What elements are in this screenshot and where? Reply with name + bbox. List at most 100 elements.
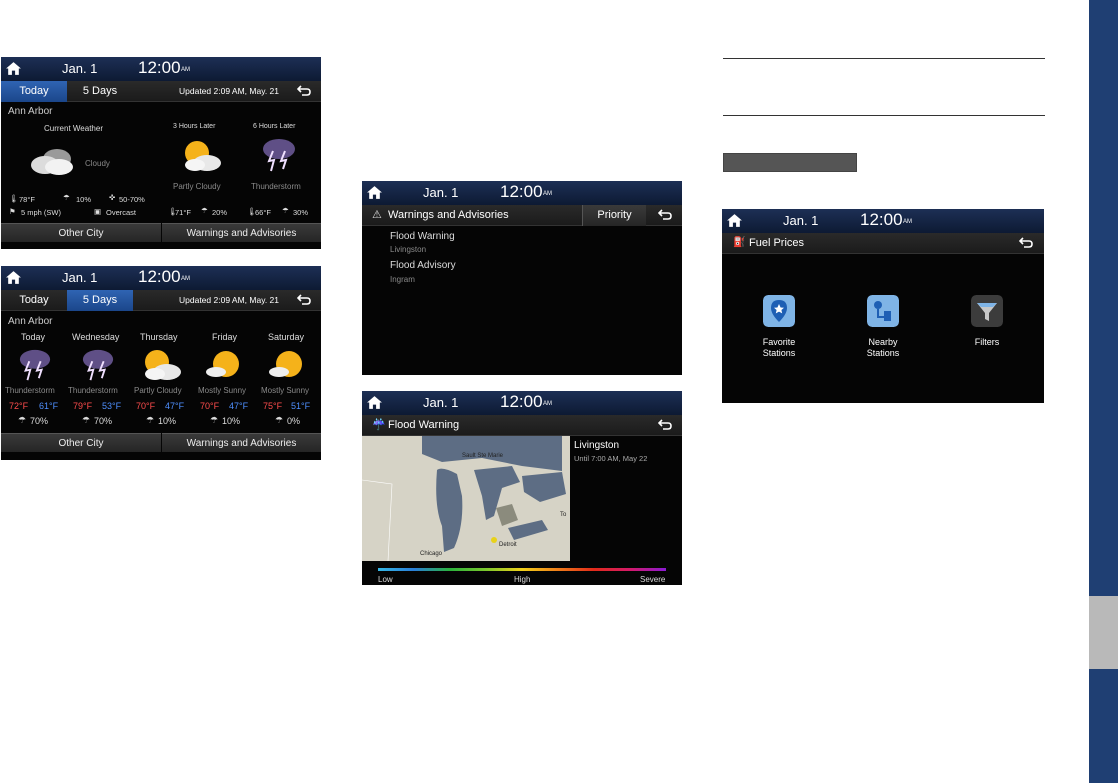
precip-value: 10% <box>76 195 92 204</box>
other-city-button[interactable]: Other City <box>1 433 161 452</box>
umbrella-icon: ☂ <box>210 415 219 425</box>
back-icon[interactable] <box>1019 237 1033 249</box>
day-precip: 70% <box>30 416 49 426</box>
temperature-icon: 🌡 <box>9 194 19 203</box>
tab-today[interactable]: Today <box>1 290 67 311</box>
back-icon[interactable] <box>658 209 672 221</box>
ampm-label: AM <box>543 191 552 197</box>
date-label: Jan. 1 <box>783 213 819 228</box>
warning-title: Flood Advisory <box>390 260 456 271</box>
day-condition: Mostly Sunny <box>198 386 247 395</box>
date-label: Jan. 1 <box>62 61 98 76</box>
three-hours-condition: Partly Cloudy <box>173 182 221 191</box>
day-condition: Partly Cloudy <box>134 386 182 395</box>
thunderstorm-icon <box>263 139 295 172</box>
umbrella-icon: ☂ <box>82 415 91 425</box>
title-bar: ⛽ Fuel Prices <box>722 233 1044 254</box>
day-precip: 70% <box>94 416 113 426</box>
day-high: 79°F <box>73 401 93 411</box>
partly-cloudy-icon <box>185 141 221 171</box>
tab-today[interactable]: Today <box>1 81 67 102</box>
clock-label: 12:00 <box>500 392 543 411</box>
home-icon[interactable] <box>5 60 22 77</box>
sky-icon: ▣ <box>94 207 102 216</box>
home-icon[interactable] <box>366 184 383 201</box>
status-bar: Jan. 1 12:00 AM <box>362 391 682 415</box>
section-label-bar <box>723 153 857 172</box>
day-condition: Mostly Sunny <box>261 386 310 395</box>
favorite-stations-icon <box>763 295 795 327</box>
city-label: Ann Arbor <box>8 106 53 117</box>
ampm-label: AM <box>181 67 190 73</box>
home-icon[interactable] <box>726 212 743 229</box>
city-label: Ann Arbor <box>8 316 53 327</box>
three-hours-label: 3 Hours Later <box>173 123 216 130</box>
day-name: Thursday <box>140 332 178 342</box>
back-icon[interactable] <box>297 294 311 306</box>
wind-icon: ⚑ <box>9 207 16 216</box>
day-condition: Thunderstorm <box>68 386 118 395</box>
flood-warning-screen: Jan. 1 12:00 AM ☔ Flood Warning Sault St… <box>362 391 682 585</box>
chapter-side-tab-highlight <box>1089 596 1118 669</box>
mostly-sunny-icon <box>269 351 302 377</box>
partly-cloudy-icon <box>145 350 181 380</box>
ampm-label: AM <box>903 219 912 225</box>
favorite-label-2: Stations <box>762 348 796 358</box>
screen-title: Fuel Prices <box>749 237 805 249</box>
day-high: 75°F <box>263 401 283 411</box>
rule-line <box>723 115 1045 116</box>
day-low: 53°F <box>102 401 122 411</box>
six-hours-label: 6 Hours Later <box>253 123 296 130</box>
warnings-screen: Jan. 1 12:00 AM ⚠ Warnings and Advisorie… <box>362 181 682 375</box>
priority-button[interactable]: Priority <box>582 205 646 226</box>
rule-line <box>723 58 1045 59</box>
status-bar: Jan. 1 12:00 AM <box>1 57 321 81</box>
tab-bar: Today 5 Days Updated 2:09 AM, May. 21 <box>1 81 321 102</box>
clock-label: 12:00 <box>138 58 181 77</box>
tab-5-days[interactable]: 5 Days <box>67 290 133 311</box>
three-hours-precip: 20% <box>212 208 228 217</box>
home-icon[interactable] <box>5 269 22 286</box>
clock-label: 12:00 <box>138 267 181 286</box>
day-low: 51°F <box>291 401 311 411</box>
three-hours-temp: 71°F <box>175 208 191 217</box>
back-icon[interactable] <box>297 85 311 97</box>
map-label: To <box>560 512 567 518</box>
updated-label: Updated 2:09 AM, May. 21 <box>179 86 280 96</box>
screen-title: Flood Warning <box>388 419 460 431</box>
flood-until: Until 7:00 AM, May 22 <box>574 454 648 463</box>
cloudy-icon <box>31 149 73 175</box>
filters-label: Filters <box>974 337 1000 347</box>
six-hours-precip: 30% <box>293 208 309 217</box>
back-icon[interactable] <box>658 419 672 431</box>
day-high: 72°F <box>9 401 29 411</box>
six-hours-condition: Thunderstorm <box>251 182 301 191</box>
title-bar: ☔ Flood Warning <box>362 415 682 436</box>
map-label: Sault Ste Marie <box>462 453 504 459</box>
day-name: Saturday <box>268 332 305 342</box>
mostly-sunny-icon <box>206 351 239 377</box>
favorite-label-1: Favorite <box>762 337 796 347</box>
screen-title: Warnings and Advisories <box>388 209 509 221</box>
other-city-button[interactable]: Other City <box>1 223 161 242</box>
status-bar: Jan. 1 12:00 AM <box>722 209 1044 233</box>
status-bar: Jan. 1 12:00 AM <box>1 266 321 290</box>
warnings-advisories-button[interactable]: Warnings and Advisories <box>162 433 321 452</box>
chapter-side-tab <box>1089 0 1118 783</box>
manual-page: Jan. 1 12:00 AM Today 5 Days Updated 2:0… <box>0 0 1118 783</box>
umbrella-icon: ☂ <box>63 193 70 202</box>
day-name: Friday <box>212 332 238 342</box>
severity-legend-bar <box>378 568 666 571</box>
legend-low: Low <box>378 575 393 584</box>
updated-label: Updated 2:09 AM, May. 21 <box>179 295 280 305</box>
warning-icon: ⚠ <box>372 209 382 221</box>
fuel-prices-screen: Jan. 1 12:00 AM ⛽ Fuel Prices Favorite S… <box>722 209 1044 403</box>
warnings-advisories-button[interactable]: Warnings and Advisories <box>162 223 321 242</box>
humidity-icon: ✜ <box>109 193 116 202</box>
tab-5-days[interactable]: 5 Days <box>67 81 133 102</box>
home-icon[interactable] <box>366 394 383 411</box>
warning-place: Ingram <box>390 275 415 284</box>
title-bar: ⚠ Warnings and Advisories Priority <box>362 205 682 226</box>
date-label: Jan. 1 <box>62 270 98 285</box>
map-label: Detroit <box>499 542 517 548</box>
